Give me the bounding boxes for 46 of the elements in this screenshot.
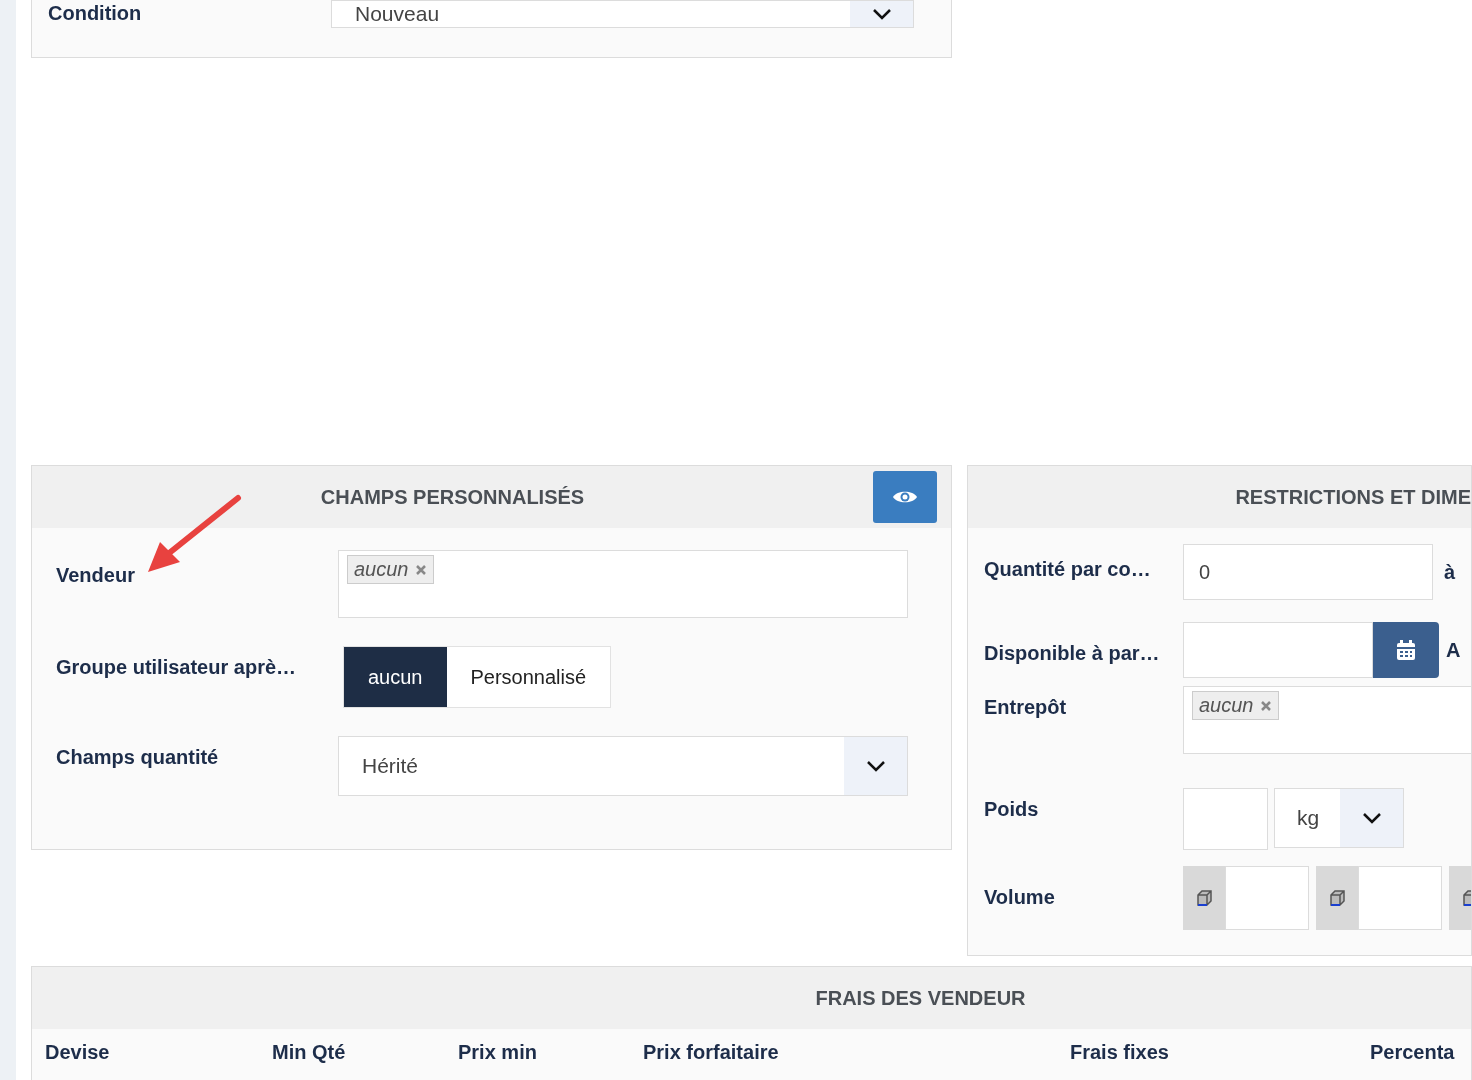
unit-select[interactable]: kg xyxy=(1274,788,1404,848)
weight-input[interactable] xyxy=(1183,788,1268,850)
tag[interactable]: aucun xyxy=(1192,691,1279,720)
caret-icon xyxy=(865,760,886,772)
panel-title: CHAMPS PERSONNALISÉS xyxy=(319,485,586,509)
view-button[interactable] xyxy=(873,471,937,523)
remove-icon[interactable] xyxy=(1259,699,1272,712)
field-label: Disponible à par… xyxy=(984,641,1161,665)
column-header: Devise xyxy=(45,1041,111,1064)
field-label: Groupe utilisateur aprè… xyxy=(56,655,298,679)
field-label: Volume xyxy=(984,885,1056,909)
field-label: Champs quantité xyxy=(56,745,220,769)
select-value: Nouveau xyxy=(354,1,441,27)
field-label: Entrepôt xyxy=(984,695,1068,719)
date-input[interactable] xyxy=(1183,622,1373,678)
column-header: Min Qté xyxy=(272,1041,347,1064)
field-label: Poids xyxy=(984,797,1040,821)
field-label: à xyxy=(1443,560,1456,584)
dimension-input[interactable] xyxy=(1225,866,1309,930)
panel-title: FRAIS DES VENDEUR xyxy=(814,986,1027,1010)
panel-title: RESTRICTIONS ET DIME xyxy=(1234,485,1471,509)
number-input[interactable]: 0 xyxy=(1183,544,1433,600)
caret-icon xyxy=(1361,812,1382,824)
field-label: A xyxy=(1445,638,1461,662)
calendar-button[interactable] xyxy=(1373,622,1439,678)
tag[interactable]: aucun xyxy=(347,555,434,584)
calendar-icon xyxy=(1396,639,1416,661)
select-value: Hérité xyxy=(361,753,420,779)
select-value: kg xyxy=(1296,805,1321,831)
caret-icon xyxy=(871,8,892,20)
toggle-option[interactable]: aucun xyxy=(344,647,447,707)
column-header: Prix forfaitaire xyxy=(643,1041,780,1064)
select-field[interactable]: Hérité xyxy=(338,736,908,796)
dimension-input[interactable] xyxy=(1358,866,1442,930)
field-label: Condition xyxy=(48,1,143,26)
cube-icon xyxy=(1327,888,1347,908)
tag-input-field[interactable]: aucun xyxy=(338,550,908,618)
field-label: Vendeur xyxy=(56,563,136,587)
column-header: Prix min xyxy=(458,1041,538,1064)
remove-icon[interactable] xyxy=(414,563,427,576)
field-label: Quantité par co… xyxy=(984,557,1152,581)
cube-icon xyxy=(1194,888,1214,908)
select-field[interactable]: Nouveau xyxy=(331,0,914,28)
tag-input-field[interactable]: aucun xyxy=(1183,686,1471,754)
column-header: Frais fixes xyxy=(1070,1041,1170,1064)
column-header: Percenta xyxy=(1370,1041,1456,1064)
